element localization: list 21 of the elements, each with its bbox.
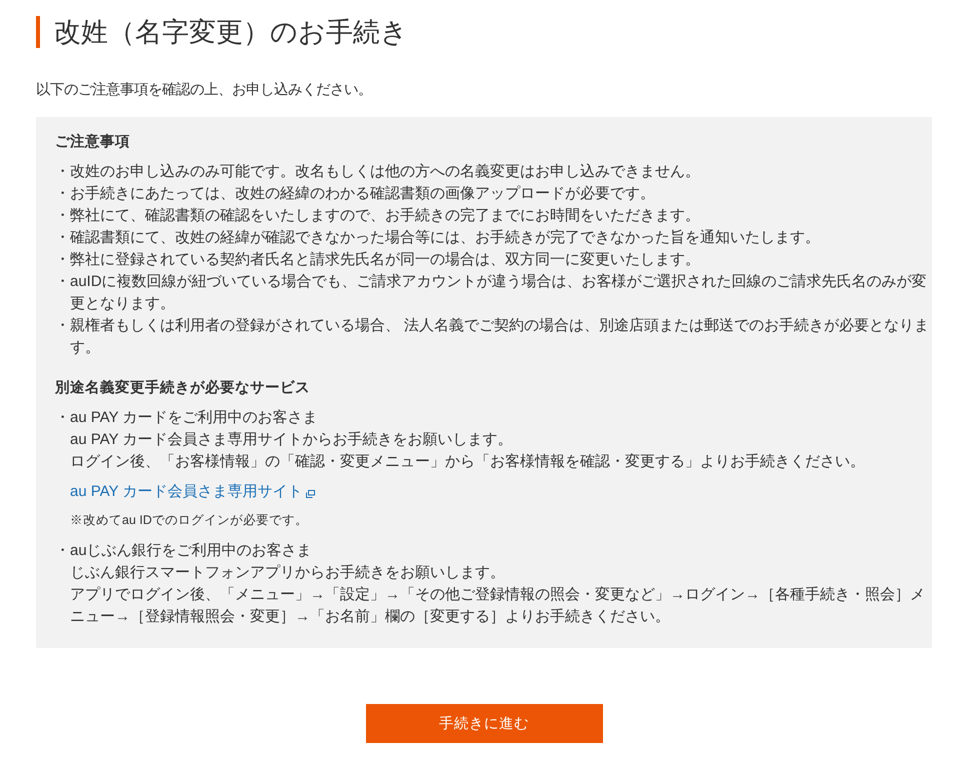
service-description: au PAY カード会員さま専用サイトからお手続きをお願いします。 <box>70 430 514 450</box>
notice-item: ・auIDに複数回線が紐づいている場合でも、ご請求アカウントが違う場合は、お客様がご選択された回線のご請求先氏名のみが変更となります。 <box>55 272 928 314</box>
service-title: ・auじぶん銀行をご利用中のお客さま <box>55 541 313 561</box>
service-description: アプリでログイン後、「メニュー」→「設定」→「その他ご登録情報の照会・変更など」→ログイン→［各種手続き・照会］メニュー→［登録情報照会・変更］→「お名前」欄の［変更する］よりお手続きください。 <box>70 585 926 627</box>
notice-item: ・確認書類にて、改姓の経緯が確認できなかった場合等には、お手続きが完了できなかった旨を通知いたします。 <box>55 228 821 248</box>
notice-item: ・親権者もしくは利用者の登録がされている場合、 法人名義でご契約の場合は、別途店頭または郵送でのお手続きが必要となります。 <box>55 316 930 358</box>
service-description: ログイン後、「お客様情報」の「確認・変更メニュー」から「お客様情報を確認・変更する」よりお手続きください。 <box>70 452 866 472</box>
service-link[interactable]: au PAY カード会員さま専用サイト <box>70 481 315 503</box>
service-description: じぶん銀行スマートフォンアプリからお手続きをお願いします。 <box>70 563 506 583</box>
service-title: ・au PAY カードをご利用中のお客さま <box>55 408 319 428</box>
notice-heading: ご注意事項 <box>55 132 130 152</box>
notice-item: ・弊社にて、確認書類の確認をいたしますので、お手続きの完了までにお時間をいただきます。 <box>55 206 701 226</box>
external-link-icon <box>306 490 315 498</box>
notice-item: ・お手続きにあたっては、改姓の経緯のわかる確認書類の画像アップロードが必要です。 <box>55 184 656 204</box>
page-title: 改姓（名字変更）のお手続き <box>36 16 408 48</box>
notice-item: ・弊社に登録されている契約者氏名と請求先氏名が同一の場合は、双方同一に変更いたします。 <box>55 250 701 270</box>
notice-item: ・改姓のお申し込みのみ可能です。改名もしくは他の方への名義変更はお申し込みできません。 <box>55 162 701 182</box>
intro-text: 以下のご注意事項を確認の上、お申し込みください。 <box>36 81 372 100</box>
service-note: ※改めてau IDでのログインが必要です。 <box>70 512 308 529</box>
services-heading: 別途名義変更手続きが必要なサービス <box>55 378 310 398</box>
proceed-button[interactable]: 手続きに進む <box>366 704 602 743</box>
